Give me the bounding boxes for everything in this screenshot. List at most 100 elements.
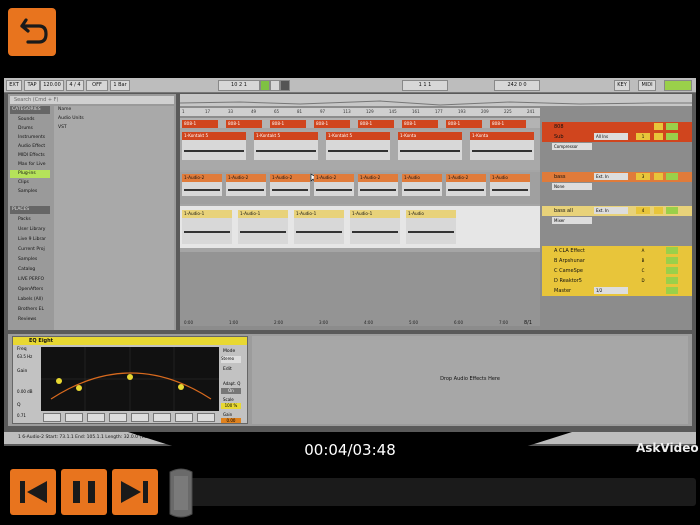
gain-value[interactable]: 0.00 dB (17, 389, 32, 394)
clip[interactable]: 1-Audio (406, 210, 456, 218)
clip[interactable]: 1-Kontakt 5 (326, 132, 390, 140)
clip[interactable]: 1-Konta (398, 132, 462, 140)
place-packs[interactable]: Packs (10, 216, 50, 224)
adapt-q-toggle[interactable]: On (221, 388, 241, 394)
key-map-button[interactable]: KEY (614, 80, 630, 91)
skip-forward-button[interactable] (112, 469, 158, 515)
clip[interactable]: 1-Audio-2 (182, 174, 222, 182)
eq-band-filter-button[interactable] (43, 413, 61, 422)
pause-button[interactable] (61, 469, 107, 515)
metronome-button[interactable]: OFF (86, 80, 108, 91)
record-button[interactable] (280, 80, 290, 91)
track-number-button[interactable]: 1 (636, 133, 650, 140)
clip[interactable]: 1-Kontakt 5 (254, 132, 318, 140)
clip[interactable]: 1-Audio (402, 174, 442, 182)
track-arm-button[interactable] (666, 277, 678, 284)
clip[interactable]: 808-1 (270, 120, 306, 128)
clip[interactable]: 808-1 (490, 120, 526, 128)
clip[interactable]: 808-1 (358, 120, 394, 128)
freq-value[interactable]: 63.5 Hz (17, 354, 32, 359)
track-solo-button[interactable] (654, 173, 663, 180)
category-drums[interactable]: Drums (10, 125, 50, 133)
track-device-select[interactable]: Mixer (552, 217, 592, 224)
clip[interactable]: 1-Audio (490, 174, 530, 182)
place-current-proj[interactable]: Current Proj (10, 246, 50, 254)
clip[interactable]: 1-Audio-1 (294, 210, 344, 218)
clip[interactable]: 1-Audio-2 (446, 174, 486, 182)
tempo-field[interactable]: 120.00 (40, 80, 64, 91)
tap-tempo-button[interactable]: TAP (24, 80, 40, 91)
clip[interactable]: 808-1 (446, 120, 482, 128)
clip[interactable]: 808-1 (182, 120, 218, 128)
place-samples[interactable]: Samples (10, 256, 50, 264)
track-input-select[interactable]: Ext. In (594, 207, 628, 214)
place-live-9-librar[interactable]: Live 9 Librar (10, 236, 50, 244)
category-audio-effect[interactable]: Audio Effect (10, 143, 50, 151)
place-user-library[interactable]: User Library (10, 226, 50, 234)
progress-track[interactable] (172, 478, 696, 506)
song-position-field[interactable]: 10 2 1 (218, 80, 260, 91)
track-solo-button[interactable] (654, 287, 663, 294)
ext-sync-button[interactable]: EXT (6, 80, 22, 91)
place-labels-all-[interactable]: Labels (All) (10, 296, 50, 304)
track-arm-button[interactable] (666, 133, 678, 140)
quantization-select[interactable]: 1 Bar (110, 80, 130, 91)
time-signature-field[interactable]: 4 / 4 (66, 80, 84, 91)
clip[interactable]: 808-1 (226, 120, 262, 128)
eq-band-filter-button[interactable] (65, 413, 83, 422)
arrangement-overview[interactable] (179, 94, 692, 106)
clip[interactable]: 1-Audio-2 (270, 174, 310, 182)
clip[interactable]: 808-1 (402, 120, 438, 128)
track-device-select[interactable]: None (552, 183, 592, 190)
track-number-button[interactable]: 3 (636, 173, 650, 180)
clip[interactable]: 1-Audio-1 (350, 210, 400, 218)
category-clips[interactable]: Clips (10, 179, 50, 187)
track-device-select[interactable]: Compressor (552, 143, 592, 150)
place-reviews[interactable]: Reviews (10, 316, 50, 324)
file-item-audio-units[interactable]: Audio Units (58, 116, 84, 121)
midi-map-button[interactable]: MIDI (638, 80, 656, 91)
track-solo-button[interactable] (654, 207, 663, 214)
category-plug-ins[interactable]: Plug-ins (10, 170, 50, 178)
track-number-button[interactable]: C (636, 267, 650, 274)
category-samples[interactable]: Samples (10, 188, 50, 196)
clip[interactable]: 1-Audio-2 (314, 174, 354, 182)
track-number-button[interactable]: 4 (636, 207, 650, 214)
place-openafters[interactable]: OpenAfters (10, 286, 50, 294)
track-arm-button[interactable] (666, 207, 678, 214)
clip[interactable]: 1-Audio-2 (226, 174, 266, 182)
category-midi-effects[interactable]: MIDI Effects (10, 152, 50, 160)
clip[interactable]: 1-Kontakt 5 (182, 132, 246, 140)
track-arm-button[interactable] (666, 173, 678, 180)
category-max-for-live[interactable]: Max for Live (10, 161, 50, 169)
file-item-vst[interactable]: VST (58, 125, 67, 130)
clip[interactable]: 1-Audio-2 (358, 174, 398, 182)
eq-band-filter-button[interactable] (197, 413, 215, 422)
clip[interactable]: 1-Audio-1 (238, 210, 288, 218)
track-solo-button[interactable] (654, 257, 663, 264)
track-arm-button[interactable] (666, 257, 678, 264)
eq-band-filter-button[interactable] (175, 413, 193, 422)
eq-band-filter-button[interactable] (109, 413, 127, 422)
track-arm-button[interactable] (666, 247, 678, 254)
stop-button[interactable] (270, 80, 280, 91)
clip[interactable]: 808-1 (314, 120, 350, 128)
clip[interactable]: 1-Audio-1 (182, 210, 232, 218)
track-number-button[interactable]: A (636, 247, 650, 254)
audio-effect-drop-zone[interactable]: Drop Audio Effects Here (252, 336, 688, 424)
place-live-perfo[interactable]: LIVE PERFO (10, 276, 50, 284)
scale-value[interactable]: 100 % (221, 403, 241, 409)
track-number-button[interactable]: D (636, 277, 650, 284)
beat-time-ruler[interactable]: 1 17 33 49 65 81 97 113 129 145 161 177 193 209 225 241 (180, 108, 540, 116)
track-input-select[interactable]: 1/2 (594, 287, 628, 294)
back-button[interactable] (8, 8, 56, 56)
track-number-button[interactable]: B (636, 257, 650, 264)
track-solo-button[interactable] (654, 277, 663, 284)
place-catalog[interactable]: Catalog (10, 266, 50, 274)
track-solo-button[interactable] (654, 247, 663, 254)
track-arm-button[interactable] (666, 123, 678, 130)
mode-select[interactable]: Stereo (221, 356, 241, 363)
q-value[interactable]: 0.71 (17, 413, 26, 418)
category-instruments[interactable]: Instruments (10, 134, 50, 142)
track-input-select[interactable]: All Ins (594, 133, 628, 140)
